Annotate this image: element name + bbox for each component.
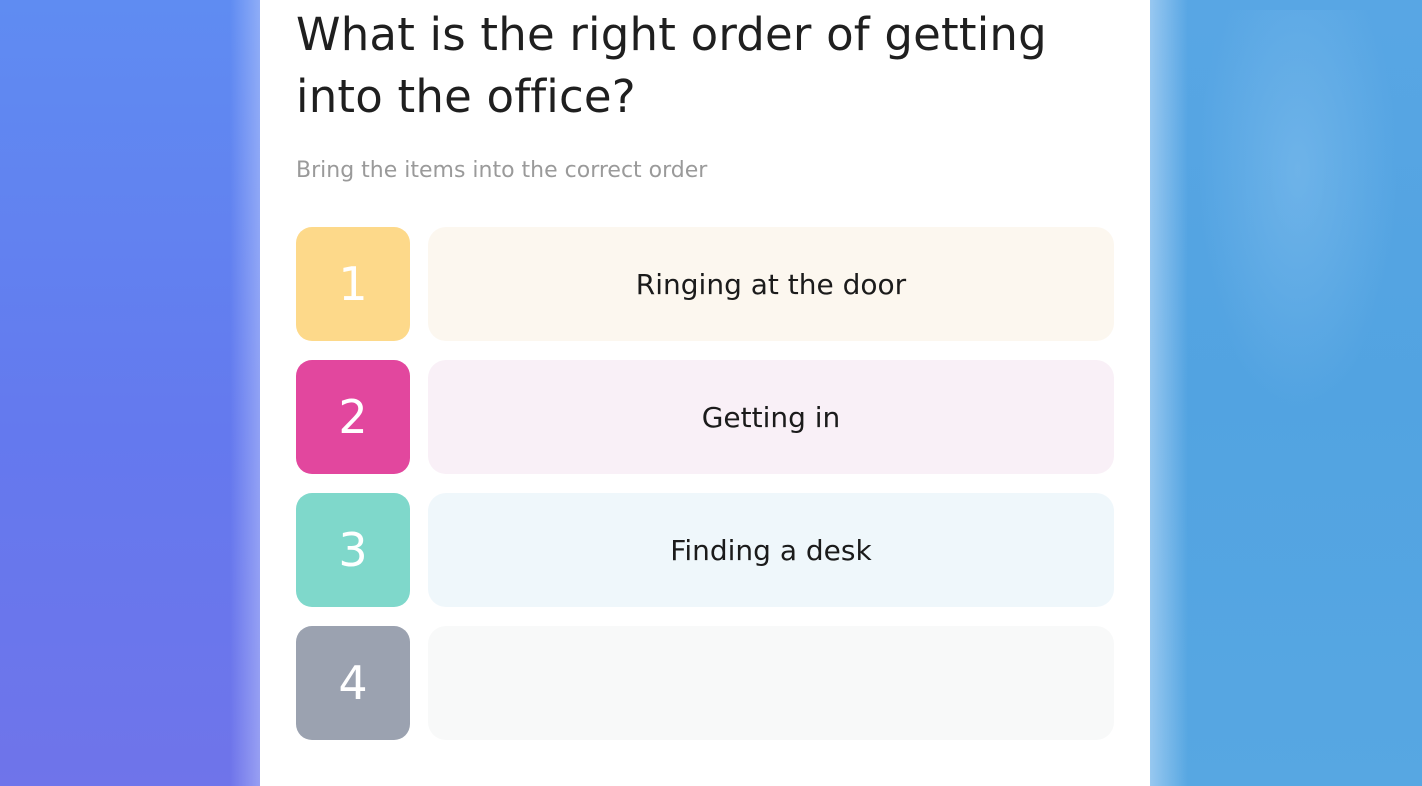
order-number-3: 3	[296, 493, 410, 607]
order-row-1: 1 Ringing at the door	[296, 227, 1114, 341]
background-right-panel	[1148, 0, 1422, 786]
order-number-4: 4	[296, 626, 410, 740]
order-row-2: 2 Getting in	[296, 360, 1114, 474]
order-item-3[interactable]: Finding a desk	[428, 493, 1114, 607]
order-item-1[interactable]: Ringing at the door	[428, 227, 1114, 341]
question-title: What is the right order of getting into …	[296, 8, 1047, 123]
quiz-card: What is the right order of getting into …	[260, 0, 1150, 786]
order-number-1: 1	[296, 227, 410, 341]
order-item-2[interactable]: Getting in	[428, 360, 1114, 474]
background-left-panel	[0, 0, 270, 786]
order-number-2: 2	[296, 360, 410, 474]
order-row-4: 4	[296, 626, 1114, 740]
instruction-text: Bring the items into the correct order	[296, 158, 708, 183]
stage: What is the right order of getting into …	[0, 0, 1422, 786]
order-item-4-empty-slot[interactable]	[428, 626, 1114, 740]
order-row-3: 3 Finding a desk	[296, 493, 1114, 607]
